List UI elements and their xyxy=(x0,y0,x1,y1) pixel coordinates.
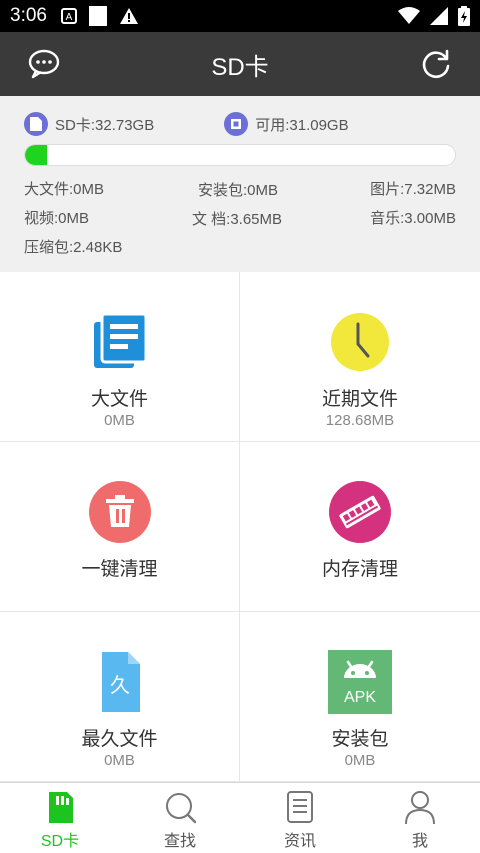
tile-size: 0MB xyxy=(104,412,135,429)
apk-glyph: APK xyxy=(344,689,376,706)
tile-size: 0MB xyxy=(104,752,135,769)
app-bar: SD卡 xyxy=(0,32,480,96)
sd-card-icon xyxy=(49,792,73,823)
available-capacity: 可用:31.09GB xyxy=(224,112,349,136)
nav-label: 我 xyxy=(411,833,428,850)
message-button[interactable] xyxy=(26,46,62,82)
tile-size: 128.68MB xyxy=(325,412,395,429)
notification-app-icon: A xyxy=(60,8,77,24)
stat-large-files: 大文件:0MB xyxy=(24,181,105,198)
nav-item-news[interactable]: 资讯 xyxy=(240,783,360,853)
stat-documents: 文 档:3.65MB xyxy=(192,211,283,228)
tile-memory-clean[interactable]: 内存清理 xyxy=(240,442,480,612)
stat-archives: 压缩包:2.48KB xyxy=(24,239,123,256)
tile-large-files[interactable]: 大文件 0MB xyxy=(0,272,240,442)
tile-one-click-clean[interactable]: 一键清理 xyxy=(0,442,240,612)
notification-square-icon xyxy=(88,6,107,26)
nav-label: 资讯 xyxy=(283,833,316,850)
svg-text:A: A xyxy=(66,12,73,23)
tile-label: 安装包 xyxy=(331,729,389,750)
warning-icon xyxy=(119,8,138,24)
page-title: SD卡 xyxy=(211,53,269,81)
search-icon xyxy=(166,793,197,824)
tile-label: 最久文件 xyxy=(81,729,158,750)
person-icon xyxy=(405,791,435,825)
total-capacity: SD卡:32.73GB xyxy=(24,112,154,136)
status-bar: 3:06 A xyxy=(0,0,480,32)
android-apk-icon: APK xyxy=(328,650,392,714)
status-time: 3:06 xyxy=(10,5,47,26)
tile-oldest-files[interactable]: 久 最久文件 0MB xyxy=(0,612,240,782)
refresh-icon xyxy=(422,49,450,79)
stat-music: 音乐:3.00MB xyxy=(370,210,456,227)
function-grid: 大文件 0MB 近期文件 128.68MB 一键清理 内存清理 久 最久文件 0… xyxy=(0,272,480,782)
chat-bubble-icon xyxy=(28,49,60,79)
storage-usage-fill xyxy=(25,145,47,165)
battery-icon xyxy=(458,6,470,26)
document-icon xyxy=(93,312,147,368)
sd-card-capacity-icon xyxy=(24,112,48,136)
nav-item-sd-card[interactable]: SD卡 xyxy=(0,783,120,853)
storage-usage-bar xyxy=(24,144,456,166)
storage-summary: SD卡:32.73GB 可用:31.09GB 大文件:0MB 安装包:0MB 图… xyxy=(0,96,480,272)
nav-label: 查找 xyxy=(163,833,196,850)
stat-pictures: 图片:7.32MB xyxy=(370,181,456,198)
signal-icon xyxy=(430,7,448,25)
chip-capacity-icon xyxy=(224,112,249,136)
tile-label: 内存清理 xyxy=(321,559,398,580)
nav-item-search[interactable]: 查找 xyxy=(120,783,240,853)
trash-icon xyxy=(88,481,151,543)
oldest-file-glyph: 久 xyxy=(110,673,130,697)
nav-label: SD卡 xyxy=(40,833,80,850)
tile-recent-files[interactable]: 近期文件 128.68MB xyxy=(240,272,480,442)
tile-install-packages[interactable]: APK 安装包 0MB xyxy=(240,612,480,782)
refresh-button[interactable] xyxy=(418,46,454,82)
stat-videos: 视频:0MB xyxy=(24,210,90,227)
tile-label: 近期文件 xyxy=(321,389,398,410)
bottom-nav: SD卡 查找 资讯 我 xyxy=(0,782,480,853)
oldest-file-icon: 久 xyxy=(101,652,140,712)
nav-item-me[interactable]: 我 xyxy=(360,783,480,853)
clock-icon xyxy=(331,313,389,371)
wifi-icon xyxy=(398,7,420,24)
tile-label: 大文件 xyxy=(90,389,148,410)
total-capacity-text: SD卡:32.73GB xyxy=(55,116,155,134)
stat-packages: 安装包:0MB xyxy=(198,182,279,199)
news-icon xyxy=(287,791,313,823)
tile-label: 一键清理 xyxy=(81,559,158,580)
memory-chip-icon xyxy=(329,481,391,543)
available-capacity-text: 可用:31.09GB xyxy=(255,116,349,134)
tile-size: 0MB xyxy=(344,752,376,769)
